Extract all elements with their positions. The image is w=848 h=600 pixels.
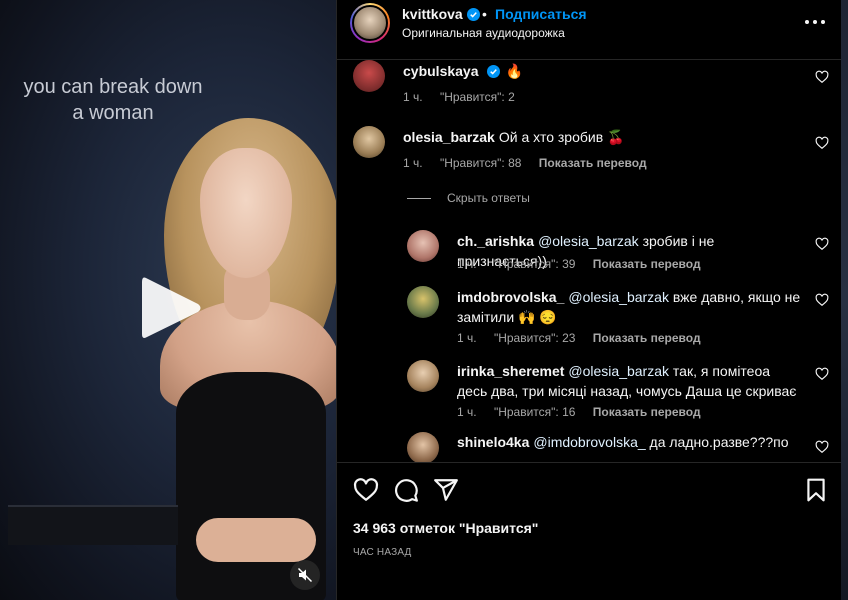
reply-likes[interactable]: "Нравится": 39	[494, 257, 576, 271]
comment-body: Ой а хто зробив 🍒	[498, 129, 625, 145]
reply-time: 1 ч.	[457, 257, 477, 271]
commenter-avatar[interactable]	[353, 60, 385, 92]
comments-list[interactable]: cybulskaya 🔥 1 ч. "Нравится": 2 olesia_ba…	[337, 58, 842, 462]
reply-likes[interactable]: "Нравится": 16	[494, 405, 576, 419]
muted-speaker-icon	[297, 567, 313, 583]
header-separator: •	[482, 6, 487, 22]
reply-username[interactable]: imdobrovolska_	[457, 289, 564, 305]
reply-mention[interactable]: @imdobrovolska_	[533, 434, 645, 450]
reply-like-heart-icon[interactable]	[815, 440, 829, 454]
comment-text: cybulskaya 🔥	[403, 61, 793, 81]
reply-like-heart-icon[interactable]	[815, 293, 829, 307]
comment-likes[interactable]: "Нравится": 88	[440, 156, 522, 170]
author-avatar[interactable]	[350, 3, 390, 43]
comment-like-heart-icon[interactable]	[815, 136, 829, 150]
replies-divider-line	[407, 197, 431, 199]
comment-meta: 1 ч. "Нравится": 2	[403, 90, 529, 104]
comment-icon[interactable]	[393, 477, 419, 503]
reply-likes[interactable]: "Нравится": 23	[494, 331, 576, 345]
reply-time: 1 ч.	[457, 331, 477, 345]
comment-time: 1 ч.	[403, 90, 423, 104]
show-translation-link[interactable]: Показать перевод	[593, 405, 701, 419]
hide-replies-label: Скрыть ответы	[447, 191, 530, 205]
bookmark-icon[interactable]	[803, 477, 829, 503]
reply-mention[interactable]: @olesia_barzak	[568, 363, 669, 379]
commenter-avatar[interactable]	[407, 432, 439, 462]
reply-time: 1 ч.	[457, 405, 477, 419]
post-timestamp: ЧАС НАЗАД	[353, 547, 412, 558]
comment-meta: 1 ч. "Нравится": 88 Показать перевод	[403, 156, 661, 170]
post-header: kvittkova • Подписаться Оригинальная ауд…	[337, 0, 842, 60]
original-audio-link[interactable]: Оригинальная аудиодорожка	[402, 26, 565, 40]
author-username[interactable]: kvittkova	[402, 6, 480, 22]
comment-likes[interactable]: "Нравится": 2	[440, 90, 515, 104]
follow-button[interactable]: Подписаться	[495, 6, 587, 22]
reply-username[interactable]: ch._arishka	[457, 233, 534, 249]
comment-username[interactable]: cybulskaya	[403, 63, 479, 79]
reply-username[interactable]: shinelo4ka	[457, 434, 529, 450]
overlay-line-1: you can break down	[23, 76, 203, 98]
reply-meta: 1 ч. "Нравится": 39 Показать перевод	[457, 257, 715, 271]
likes-count[interactable]: 34 963 отметок "Нравится"	[353, 520, 538, 536]
show-translation-link[interactable]: Показать перевод	[593, 331, 701, 345]
reply-username[interactable]: irinka_sheremet	[457, 363, 564, 379]
share-icon[interactable]	[433, 477, 459, 503]
post-actions: 34 963 отметок "Нравится" ЧАС НАЗАД	[337, 462, 842, 600]
comment-body: 🔥	[505, 63, 523, 79]
commenter-avatar[interactable]	[407, 230, 439, 262]
commenter-avatar[interactable]	[353, 126, 385, 158]
comment-text: olesia_barzak Ой а хто зробив 🍒	[403, 127, 793, 147]
background-edge	[841, 0, 848, 600]
commenter-avatar[interactable]	[407, 360, 439, 392]
reply-mention[interactable]: @olesia_barzak	[568, 289, 669, 305]
heart-icon[interactable]	[353, 477, 379, 503]
show-translation-link[interactable]: Показать перевод	[593, 257, 701, 271]
reply-meta: 1 ч. "Нравится": 16 Показать перевод	[457, 405, 715, 419]
video-table	[8, 505, 178, 545]
show-translation-link[interactable]: Показать перевод	[539, 156, 647, 170]
commenter-avatar[interactable]	[407, 286, 439, 318]
reply-text: imdobrovolska_ @olesia_barzak вже давно, …	[457, 287, 802, 327]
reply-body: да ладно.разве???по	[649, 434, 789, 450]
reply-like-heart-icon[interactable]	[815, 367, 829, 381]
reply-text: shinelo4ka @imdobrovolska_ да ладно.разве…	[457, 432, 802, 452]
more-options-icon[interactable]	[803, 14, 827, 30]
comment-time: 1 ч.	[403, 156, 423, 170]
reply-text: irinka_sheremet @olesia_barzak так, я пом…	[457, 361, 802, 401]
reply-meta: 1 ч. "Нравится": 23 Показать перевод	[457, 331, 715, 345]
reply-mention[interactable]: @olesia_barzak	[538, 233, 639, 249]
mute-button[interactable]	[290, 560, 320, 590]
reply-like-heart-icon[interactable]	[815, 237, 829, 251]
post-details-panel: kvittkova • Подписаться Оригинальная ауд…	[336, 0, 842, 600]
verified-badge-icon	[486, 65, 500, 78]
comment-like-heart-icon[interactable]	[815, 70, 829, 84]
comment-username[interactable]: olesia_barzak	[403, 129, 495, 145]
play-icon[interactable]	[136, 272, 206, 344]
verified-badge-icon	[466, 8, 480, 21]
reel-video[interactable]: you can break down a woman	[0, 0, 336, 600]
hide-replies-button[interactable]: Скрыть ответы	[407, 191, 530, 205]
